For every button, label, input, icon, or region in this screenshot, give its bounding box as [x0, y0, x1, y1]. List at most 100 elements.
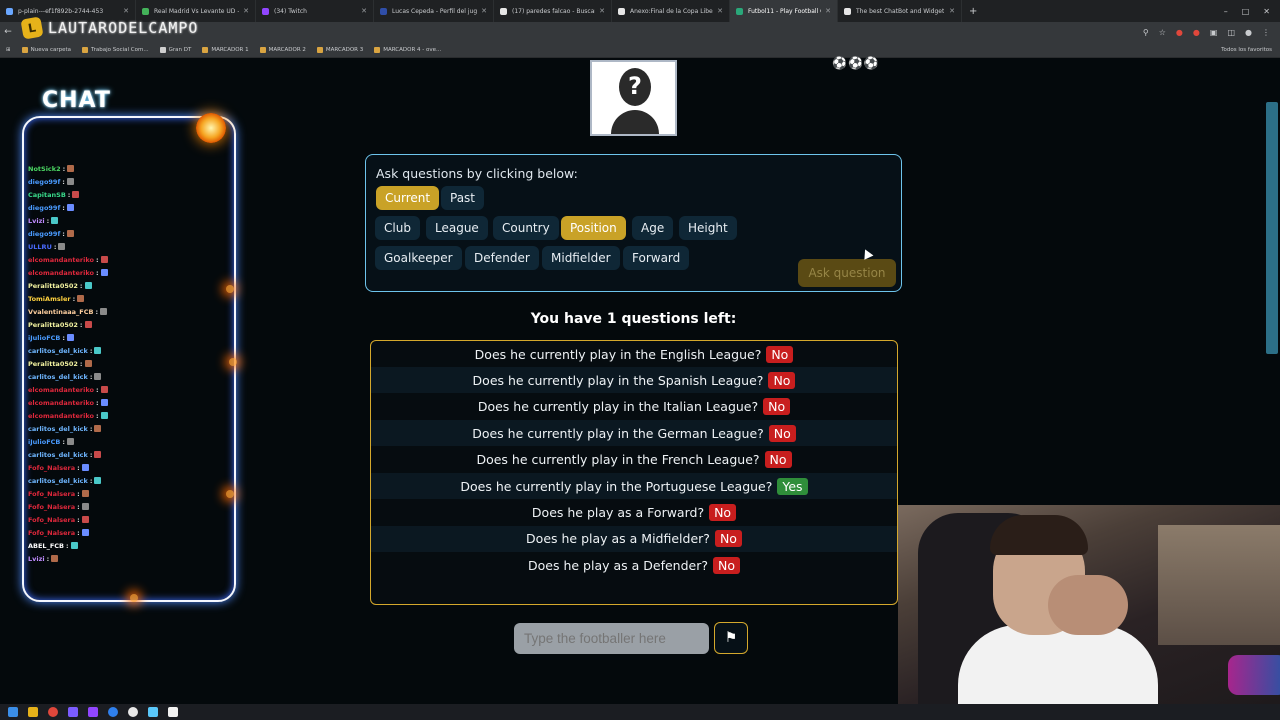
qa-answer-badge: No	[764, 451, 792, 469]
filter-chip-value[interactable]: Defender	[465, 246, 539, 270]
obs-icon[interactable]	[128, 707, 138, 717]
profile-icon[interactable]: ●	[1245, 28, 1252, 37]
bookmark-label: MARCADOR 2	[268, 46, 306, 53]
qa-row: Does he currently play in the English Le…	[371, 341, 897, 367]
tab-close-icon[interactable]: ✕	[119, 7, 129, 15]
page-scrollbar[interactable]	[1266, 102, 1278, 354]
sidebar-icon[interactable]: ◫	[1227, 28, 1235, 37]
chat-username: iJulioFCB	[28, 437, 61, 446]
bookmark-icon	[21, 46, 28, 53]
chat-username: elcomandanteriko	[28, 385, 94, 394]
filter-chip-category[interactable]: League	[426, 216, 488, 240]
chat-username: elcomandanteriko	[28, 268, 94, 277]
qa-answer-badge: No	[766, 345, 794, 363]
minimize-icon[interactable]: –	[1224, 7, 1228, 16]
bookmark-item[interactable]: MARCADOR 1	[202, 46, 249, 53]
chat-separator: :	[62, 437, 65, 446]
filter-chip-value[interactable]: Forward	[623, 246, 690, 270]
chat-message: carlitos_del_kick:	[28, 344, 228, 357]
tab-close-icon[interactable]: ✕	[945, 7, 955, 15]
star-icon[interactable]: ☆	[1159, 28, 1166, 37]
extension-icon[interactable]: ●	[1176, 28, 1183, 37]
webcam-lights	[1228, 655, 1280, 695]
filter-chip-category[interactable]: Position	[561, 216, 626, 240]
flag-icon: ⚑	[724, 630, 738, 646]
bookmark-item[interactable]: MARCADOR 4 - ove...	[374, 46, 441, 53]
browser-tab[interactable]: The best ChatBot and Widget ✕	[838, 0, 962, 22]
bookmark-item[interactable]: MARCADOR 2	[259, 46, 306, 53]
bookmark-item[interactable]: MARCADOR 3	[316, 46, 363, 53]
emote-icon	[67, 165, 75, 172]
browser-tab[interactable]: (17) paredes falcao - Buscar / X✕	[494, 0, 612, 22]
bookmark-label: Nueva carpeta	[30, 46, 72, 53]
guess-input[interactable]	[514, 623, 709, 654]
tab-close-icon[interactable]: ✕	[477, 7, 487, 15]
chat-separator: :	[95, 268, 99, 277]
menu-kebab-icon[interactable]: ⋮	[1262, 28, 1270, 37]
chat-message: diego99f:	[28, 201, 228, 214]
webcam-shelf	[1158, 525, 1280, 645]
chat-message: Lvizi:	[28, 552, 228, 565]
ask-question-button[interactable]: Ask question	[798, 259, 896, 287]
chat-username: TomiAmsler	[28, 294, 71, 303]
tab-close-icon[interactable]: ✕	[357, 7, 367, 15]
extensions-puzzle-icon[interactable]: ▣	[1210, 28, 1218, 37]
filter-chip-category[interactable]: Country	[493, 216, 559, 240]
maximize-icon[interactable]: □	[1242, 7, 1250, 16]
tab-close-icon[interactable]: ✕	[821, 7, 831, 15]
emote-icon	[66, 230, 74, 237]
chat-username: Fofo_Nalsera	[28, 502, 76, 511]
chrome-icon[interactable]	[48, 707, 58, 717]
qa-question: Does he currently play in the English Le…	[474, 346, 762, 362]
bookmark-icon	[316, 46, 323, 53]
tab-close-icon[interactable]: ✕	[595, 7, 605, 15]
browser-icon[interactable]	[108, 707, 118, 717]
tab-close-icon[interactable]: ✕	[713, 7, 723, 15]
qa-answer-badge: No	[714, 530, 742, 548]
zoom-icon[interactable]: ⚲	[1143, 28, 1149, 37]
tab-label: (17) paredes falcao - Buscar / X	[512, 7, 596, 15]
tab-label: The best ChatBot and Widget	[856, 7, 945, 15]
logo-text: LAUTARODELCAMPO	[48, 19, 199, 37]
filter-chip-time[interactable]: Current	[376, 186, 440, 210]
window-controls: – □ ✕	[1224, 7, 1280, 16]
bookmark-item[interactable]: Trabajo Social Com...	[82, 46, 149, 53]
bookmark-item[interactable]: Nueva carpeta	[21, 46, 72, 53]
tab-label: Futbol11 - Play Football Guess	[748, 7, 821, 15]
browser-tab[interactable]: Anexo:Final de la Copa Liberta ✕	[612, 0, 730, 22]
folder-icon[interactable]	[28, 707, 38, 717]
new-tab-button[interactable]: +	[962, 6, 984, 17]
filter-chip-category[interactable]: Age	[632, 216, 674, 240]
emote-icon	[100, 269, 108, 276]
chat-username: Fofo_Nalsera	[28, 489, 76, 498]
filter-chip-time[interactable]: Past	[441, 186, 485, 210]
chat-separator: :	[79, 320, 83, 329]
start-icon[interactable]	[8, 707, 18, 717]
bookmark-item[interactable]: Gran DT	[159, 46, 191, 53]
filter-chip-value[interactable]: Midfielder	[542, 246, 620, 270]
filter-chip-value[interactable]: Goalkeeper	[375, 246, 462, 270]
apps-icon[interactable]: ⊞	[6, 47, 11, 53]
chat-separator: :	[79, 281, 83, 290]
filter-chip-category[interactable]: Club	[375, 216, 420, 240]
browser-tab[interactable]: Futbol11 - Play Football Guess✕	[730, 0, 838, 22]
filter-chip-category[interactable]: Height	[679, 216, 737, 240]
tab-close-icon[interactable]: ✕	[239, 7, 249, 15]
tab-favicon-icon	[844, 7, 851, 15]
chat-separator: :	[95, 307, 99, 316]
app-icon[interactable]	[68, 707, 78, 717]
question-mark-icon: ?	[628, 72, 642, 100]
extension-icon-2[interactable]: ●	[1193, 28, 1200, 37]
browser-tab[interactable]: Lucas Cepeda - Perfil del jugado✕	[374, 0, 494, 22]
app-icon-2[interactable]	[148, 707, 158, 717]
give-up-flag-button[interactable]: ⚑	[714, 622, 748, 654]
app-icon-3[interactable]	[168, 707, 178, 717]
browser-tab[interactable]: (34) Twitch ✕	[256, 0, 374, 22]
bookmark-icon	[159, 46, 166, 53]
twitch-icon[interactable]	[88, 707, 98, 717]
emote-icon	[94, 477, 102, 484]
emote-icon	[81, 503, 89, 510]
back-icon[interactable]: ←	[0, 27, 16, 37]
all-bookmarks[interactable]: Todos los favoritos	[1221, 47, 1280, 53]
close-window-icon[interactable]: ✕	[1263, 7, 1270, 16]
